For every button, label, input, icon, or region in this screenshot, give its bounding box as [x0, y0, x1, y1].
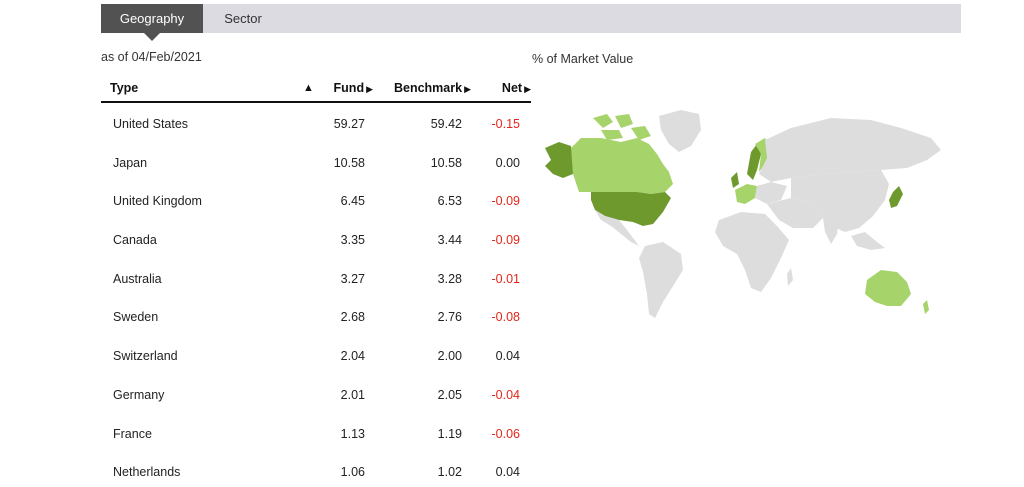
- cell-fund: 6.45: [340, 194, 365, 209]
- cell-benchmark: 10.58: [430, 155, 462, 170]
- cell-type: United States: [113, 117, 189, 131]
- cell-fund: 2.01: [340, 387, 365, 402]
- table-row: United Kingdom 6.45 6.53 -0.09: [101, 180, 531, 219]
- cell-fund: 10.58: [333, 155, 365, 170]
- cell-net: -0.08: [491, 310, 521, 325]
- cell-benchmark: 2.76: [437, 310, 462, 325]
- cell-net: -0.09: [491, 233, 521, 248]
- benchmark-sort-arrow-icon: ▶: [464, 84, 471, 94]
- table-row: Canada 3.35 3.44 -0.09: [101, 219, 531, 258]
- cell-benchmark: 3.28: [437, 271, 462, 286]
- fund-sort-arrow-icon: ▶: [366, 84, 373, 94]
- net-sort-arrow-icon: ▶: [524, 84, 531, 94]
- tab-geography-label: Geography: [119, 11, 185, 26]
- cell-benchmark: 59.42: [430, 117, 462, 131]
- table-body: United States 59.27 59.42 -0.15 Japan 10.58 10…: [101, 103, 531, 487]
- map-alaska[interactable]: [545, 142, 573, 178]
- cell-benchmark: 1.02: [437, 465, 462, 480]
- tab-bar: Geography Sector: [101, 4, 961, 41]
- map-title: % of Market Value: [532, 52, 634, 66]
- cell-benchmark: 1.19: [437, 426, 462, 441]
- cell-fund: 3.35: [340, 233, 365, 248]
- table-row: Netherlands 1.06 1.02 0.04: [101, 451, 531, 487]
- holdings-table: Type ▲ Fund ▶ Benchmark ▶ Net ▶ United Stat…: [101, 76, 531, 487]
- tab-sector-label: Sector: [224, 11, 262, 26]
- cell-type: Switzerland: [113, 349, 178, 364]
- tab-sector[interactable]: Sector: [203, 4, 283, 33]
- table-row: Germany 2.01 2.05 -0.04: [101, 374, 531, 413]
- world-map: [545, 110, 941, 318]
- cell-fund: 2.04: [340, 349, 365, 364]
- header-fund-label: Fund: [333, 81, 365, 95]
- cell-fund: 3.27: [340, 271, 365, 286]
- map-south-america: [639, 242, 683, 318]
- cell-benchmark: 2.00: [437, 349, 462, 364]
- cell-net: -0.06: [491, 426, 521, 441]
- map-madagascar: [787, 268, 793, 286]
- as-of-date: as of 04/Feb/2021: [101, 50, 202, 64]
- cell-fund: 2.68: [340, 310, 365, 325]
- cell-type: Netherlands: [113, 465, 181, 480]
- cell-benchmark: 3.44: [437, 233, 462, 248]
- map-united-kingdom[interactable]: [731, 172, 739, 188]
- cell-type: Germany: [113, 387, 165, 402]
- header-net[interactable]: Net ▶: [502, 81, 531, 95]
- cell-benchmark: 2.05: [437, 387, 462, 402]
- cell-fund: 59.27: [333, 117, 365, 131]
- cell-net: -0.01: [491, 271, 521, 286]
- map-japan[interactable]: [889, 186, 903, 208]
- cell-benchmark: 6.53: [437, 194, 462, 209]
- cell-net: -0.04: [491, 387, 521, 402]
- map-canada[interactable]: [571, 138, 673, 194]
- map-africa: [715, 212, 789, 292]
- sort-ascending-icon[interactable]: ▲: [303, 82, 314, 94]
- cell-net: -0.09: [491, 194, 521, 209]
- map-new-zealand: [923, 300, 929, 314]
- table-row: Sweden 2.68 2.76 -0.08: [101, 296, 531, 335]
- cell-type: Sweden: [113, 310, 159, 325]
- map-india: [823, 218, 839, 244]
- map-southeast-asia: [851, 232, 885, 250]
- tab-geography[interactable]: Geography: [101, 4, 203, 41]
- map-canada-islands: [593, 114, 651, 140]
- cell-net: 0.04: [495, 465, 520, 480]
- header-fund[interactable]: Fund ▶: [334, 81, 373, 95]
- cell-fund: 1.06: [340, 465, 365, 480]
- map-western-europe[interactable]: [735, 184, 757, 204]
- header-benchmark-label: Benchmark: [393, 81, 463, 95]
- header-type[interactable]: Type: [110, 81, 138, 95]
- table-header: Type ▲ Fund ▶ Benchmark ▶ Net ▶: [101, 76, 531, 103]
- active-tab-indicator: [144, 33, 160, 41]
- table-row: Switzerland 2.04 2.00 0.04: [101, 335, 531, 374]
- cell-net: 0.00: [495, 155, 520, 170]
- cell-type: United Kingdom: [113, 194, 202, 209]
- header-benchmark[interactable]: Benchmark ▶: [394, 81, 471, 95]
- map-australia[interactable]: [865, 270, 911, 306]
- table-row: United States 59.27 59.42 -0.15: [101, 103, 531, 142]
- cell-fund: 1.13: [340, 426, 365, 441]
- table-row: Japan 10.58 10.58 0.00: [101, 142, 531, 181]
- cell-net: -0.15: [491, 117, 521, 131]
- cell-type: Canada: [113, 233, 157, 248]
- header-net-label: Net: [501, 81, 523, 95]
- cell-net: 0.04: [495, 349, 520, 364]
- table-row: France 1.13 1.19 -0.06: [101, 413, 531, 452]
- cell-type: Japan: [113, 155, 148, 170]
- map-greenland: [659, 110, 701, 152]
- table-row: Australia 3.27 3.28 -0.01: [101, 258, 531, 297]
- cell-type: Australia: [113, 271, 162, 286]
- cell-type: France: [113, 426, 152, 441]
